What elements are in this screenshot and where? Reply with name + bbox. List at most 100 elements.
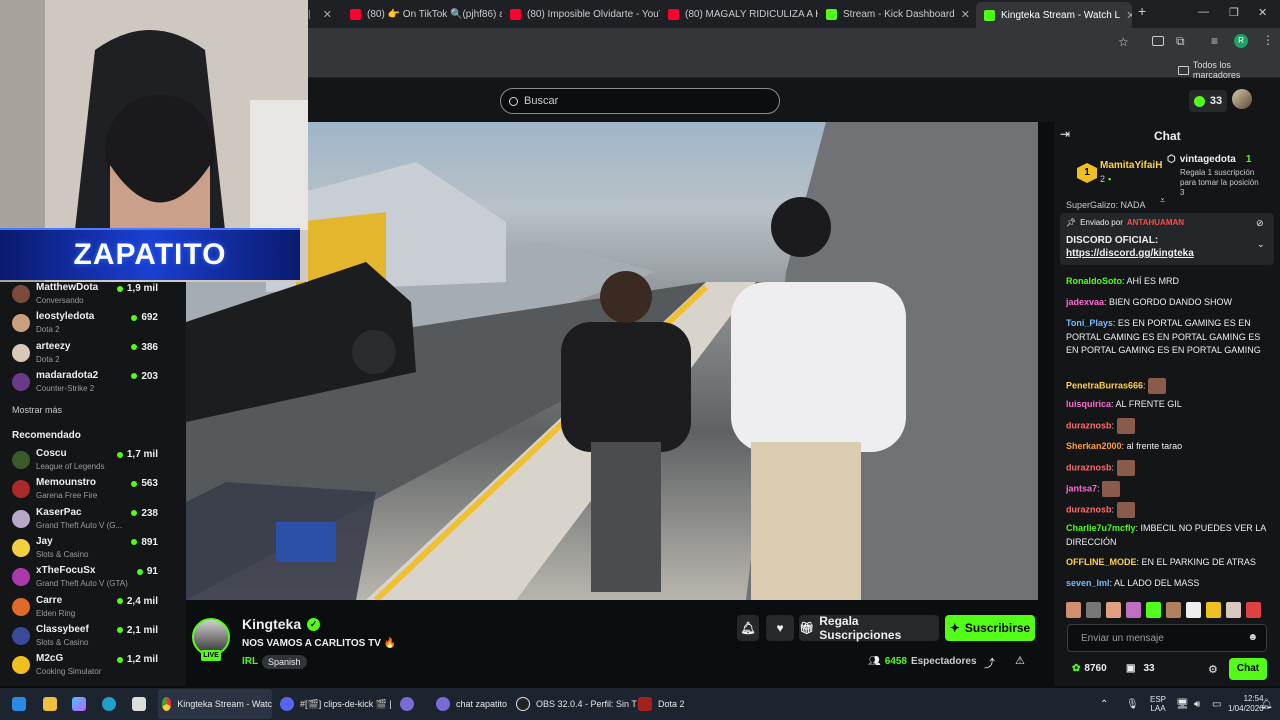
emote-icon[interactable] — [1206, 602, 1221, 618]
minimize-icon[interactable]: — — [1198, 6, 1209, 18]
sidebar-channel[interactable]: MatthewDota Conversando 1,9 mil — [0, 281, 186, 309]
sidebar-channel[interactable]: M2cG Cooking Simulator 1,2 mil — [0, 652, 186, 680]
taskbar-discord[interactable]: #[🎬] clips-de-kick 🎬 | — [280, 688, 392, 720]
user-avatar[interactable] — [1232, 89, 1252, 109]
maximize-icon[interactable]: ❐ — [1229, 6, 1239, 19]
notification-bell-button[interactable]: 🔔︎ — [737, 615, 759, 641]
language-indicator[interactable]: ESP LAA — [1150, 688, 1166, 720]
sidebar-channel[interactable]: Classybeef Slots & Casino 2,1 mil — [0, 623, 186, 651]
chat-input[interactable]: Enviar un mensaje ☻ — [1067, 624, 1267, 652]
taskbar-dota[interactable]: Dota 2 — [638, 688, 685, 720]
search-input[interactable]: Buscar — [500, 88, 780, 114]
chat-username[interactable]: Sherkan2000 — [1066, 441, 1122, 451]
chat-username[interactable]: RonaldoSoto — [1066, 276, 1122, 286]
top-gifter-name[interactable]: MamitaYifaiH — [1100, 160, 1162, 171]
battery-icon[interactable]: ▭ — [1212, 688, 1221, 720]
gift-subs-button[interactable]: 🎁︎ Regala Suscripciones — [799, 614, 939, 642]
browser-tab[interactable]: (80) MAGALY RIDICULIZA A KIN✕ — [660, 4, 818, 24]
video-player[interactable] — [186, 122, 1038, 600]
emote-icon[interactable] — [1086, 602, 1101, 618]
browser-tab[interactable]: (80) Imposible Olvidarte - YouT✕ — [502, 4, 660, 24]
second-gifter[interactable]: ⬡ vintagedota 1 — [1167, 154, 1251, 165]
chat-username[interactable]: OFFLINE_MODE — [1066, 557, 1137, 567]
category-link[interactable]: IRL — [242, 656, 258, 667]
store-button[interactable] — [132, 688, 146, 720]
pinned-link[interactable]: https://discord.gg/kingteka — [1066, 248, 1194, 259]
channel-points[interactable]: ✿ 8760 — [1072, 663, 1107, 674]
sidebar-channel[interactable]: Jay Slots & Casino 891 — [0, 535, 186, 563]
microphone-icon[interactable]: 🎙︎ — [1126, 688, 1139, 720]
close-window-icon[interactable]: ✕ — [1258, 6, 1267, 19]
all-bookmarks[interactable]: Todos los marcadores — [1178, 60, 1280, 80]
browser-tab[interactable]: (80) 👉 On TikTok 🔍(pjhf86) a✕ — [342, 4, 502, 24]
browser-tab-active[interactable]: Kingteka Stream - Watch L ✕ — [976, 2, 1132, 28]
chat-username[interactable]: seven_lml — [1066, 578, 1110, 588]
show-more-link[interactable]: Mostrar más — [12, 405, 62, 415]
gift-count[interactable]: ▣ 33 — [1126, 663, 1155, 674]
cast-icon[interactable] — [1152, 36, 1164, 46]
start-button[interactable] — [12, 688, 26, 720]
notifications-icon[interactable]: 🔔︎ — [1260, 688, 1273, 720]
subscribe-button[interactable]: ✦ Suscribirse — [945, 615, 1035, 641]
clock[interactable]: 12:54 1/04/2026 — [1228, 688, 1264, 720]
emote-icon[interactable] — [1166, 602, 1181, 618]
extensions-icon[interactable]: ⧉ — [1176, 34, 1185, 49]
chat-username[interactable]: Toni_Plays — [1066, 318, 1113, 328]
chat-username[interactable]: duraznosb — [1066, 504, 1112, 514]
follow-button[interactable]: ♥ — [766, 615, 794, 641]
copilot-button[interactable] — [72, 688, 86, 720]
chat-username[interactable]: PenetraBurras666 — [1066, 380, 1143, 390]
emote-icon[interactable] — [1226, 602, 1241, 618]
chevron-down-icon[interactable]: ⌄ — [1257, 239, 1265, 250]
bookmark-star-icon[interactable]: ☆ — [1118, 35, 1129, 49]
taskbar-app[interactable] — [400, 688, 414, 720]
chat-username[interactable]: Charlie7u7mcfly — [1066, 523, 1136, 533]
chat-username[interactable]: jadexvaa — [1066, 297, 1104, 307]
taskbar-chrome[interactable]: Kingteka Stream - Watc — [158, 689, 272, 719]
media-controls-icon[interactable]: ≡ — [1211, 34, 1218, 48]
emote-icon[interactable] — [1106, 602, 1121, 618]
volume-icon[interactable]: 🔊︎ — [1194, 688, 1200, 720]
sidebar-channel[interactable]: Memounstro Garena Free Fire 563 — [0, 476, 186, 504]
browser-tab[interactable]: Stream - Kick Dashboard ✕ — [818, 4, 976, 24]
emote-icon[interactable] — [1066, 602, 1081, 618]
sidebar-channel[interactable]: madaradota2 Counter-Strike 2 203 — [0, 369, 186, 397]
sidebar-channel[interactable]: leostyledota Dota 2 692 — [0, 310, 186, 338]
unpin-icon[interactable]: ⊘ — [1256, 218, 1264, 229]
edge-button[interactable] — [102, 688, 116, 720]
emote-icon[interactable] — [1146, 602, 1161, 618]
pinned-user[interactable]: ANTAHUAMAN — [1127, 218, 1184, 227]
file-explorer-button[interactable] — [43, 688, 57, 720]
new-tab-icon[interactable]: + — [1138, 3, 1146, 19]
sidebar-channel[interactable]: Coscu League of Legends 1,7 mil — [0, 447, 186, 475]
emote-icon[interactable] — [1186, 602, 1201, 618]
collapse-chat-icon[interactable]: ⇥ — [1060, 127, 1070, 141]
chat-username[interactable]: jantsa7 — [1066, 483, 1097, 493]
kicks-balance[interactable]: 33 — [1189, 90, 1227, 112]
share-icon[interactable]: ⤴ — [984, 655, 995, 671]
close-icon[interactable]: ✕ — [1126, 9, 1132, 22]
network-icon[interactable]: 🖥︎ — [1176, 688, 1189, 720]
emote-icon[interactable] — [1246, 602, 1261, 618]
browser-menu-icon[interactable]: ⋮ — [1262, 33, 1274, 47]
emote-icon[interactable] — [1126, 602, 1141, 618]
sidebar-channel[interactable]: KaserPac Grand Theft Auto V (G... 238 — [0, 506, 186, 534]
profile-avatar[interactable]: R — [1234, 34, 1248, 48]
report-icon[interactable]: ⚠ — [1015, 654, 1025, 667]
taskbar-chat[interactable]: chat zapatito — [436, 688, 507, 720]
close-icon[interactable]: ✕ — [961, 8, 970, 21]
chat-username[interactable]: luisquirica — [1066, 399, 1111, 409]
chat-username[interactable]: duraznosb — [1066, 420, 1112, 430]
chat-settings-icon[interactable]: ⚙ — [1208, 663, 1218, 676]
taskbar-obs[interactable]: OBS 32.0.4 - Perfil: Sin T — [516, 688, 637, 720]
sidebar-channel[interactable]: xTheFocuSx Grand Theft Auto V (GTA) 91 — [0, 564, 186, 592]
sidebar-channel[interactable]: arteezy Dota 2 386 — [0, 340, 186, 368]
expand-leaderboard-icon[interactable]: ⩡ — [1160, 195, 1165, 206]
tray-overflow-icon[interactable]: ⌃ — [1100, 688, 1108, 720]
channel-name[interactable]: Kingteka — [242, 616, 301, 632]
send-chat-button[interactable]: Chat — [1229, 658, 1267, 680]
sidebar-channel[interactable]: Carre Elden Ring 2,4 mil — [0, 594, 186, 622]
language-tag[interactable]: Spanish — [262, 655, 307, 669]
chat-username[interactable]: duraznosb — [1066, 462, 1112, 472]
emoji-icon[interactable]: ☻ — [1247, 632, 1258, 643]
